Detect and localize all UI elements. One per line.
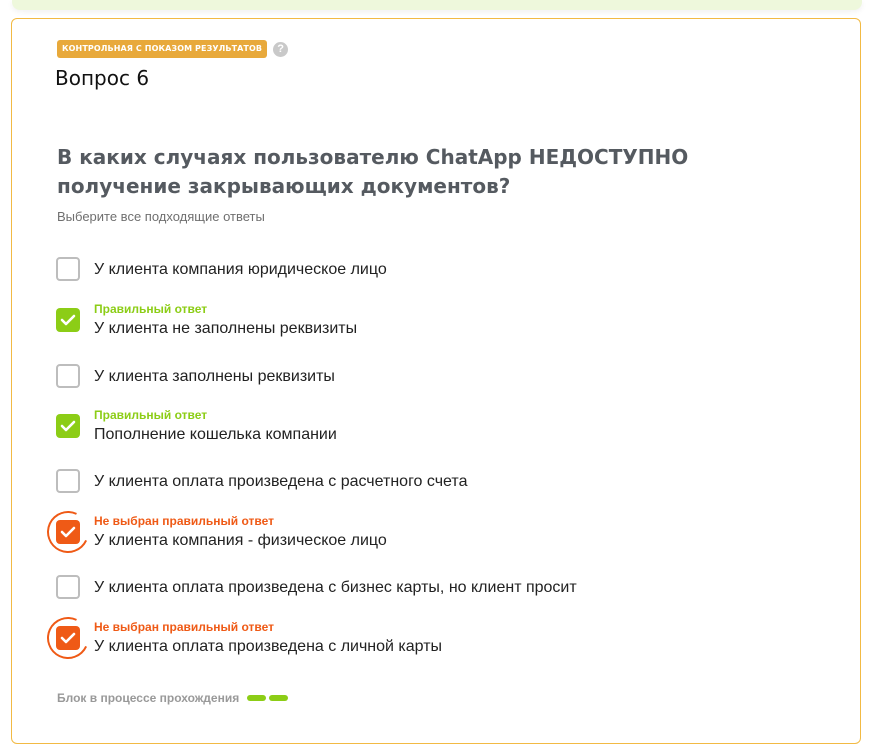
option-text: У клиента оплата произведена с бизнес ка…	[94, 578, 577, 596]
checkbox-checked-correct[interactable]	[56, 308, 80, 332]
answer-option[interactable]: Не выбран правильный ответ У клиента ком…	[41, 505, 387, 559]
checkbox-unchecked[interactable]	[56, 575, 80, 599]
checkbox-missed-correct[interactable]	[41, 611, 95, 665]
option-status: Правильный ответ	[94, 302, 208, 316]
checkbox-unchecked[interactable]	[56, 469, 80, 493]
option-body: Не выбран правильный ответ У клиента опл…	[94, 620, 442, 656]
answer-hint: Выберите все подходящие ответы	[57, 209, 265, 224]
option-body: У клиента заполнены реквизиты	[94, 367, 335, 386]
answer-option[interactable]: У клиента оплата произведена с бизнес ка…	[56, 575, 577, 599]
option-body: Правильный ответ Пополнение кошелька ком…	[94, 408, 337, 444]
option-body: У клиента компания юридическое лицо	[94, 260, 387, 279]
answer-option[interactable]: У клиента компания юридическое лицо	[56, 257, 387, 281]
progress-segment	[247, 695, 267, 701]
checkbox-missed-correct[interactable]	[41, 505, 95, 559]
option-text: У клиента компания - физическое лицо	[94, 532, 387, 549]
question-text: В каких случаях пользователю ChatApp НЕД…	[57, 145, 689, 198]
option-body: У клиента оплата произведена с бизнес ка…	[94, 578, 577, 597]
option-text: У клиента оплата произведена с расчетног…	[94, 472, 468, 490]
question-card: КОНТРОЛЬНАЯ С ПОКАЗОМ РЕЗУЛЬТАТОВ ? Вопр…	[11, 18, 861, 744]
option-body: Не выбран правильный ответ У клиента ком…	[94, 514, 387, 550]
option-text: Пополнение кошелька компании	[94, 426, 337, 443]
answer-option[interactable]: У клиента оплата произведена с расчетног…	[56, 469, 467, 493]
test-type-badge: КОНТРОЛЬНАЯ С ПОКАЗОМ РЕЗУЛЬТАТОВ	[57, 40, 268, 58]
check-icon	[60, 526, 76, 538]
block-progress: Блок в процессе прохождения	[57, 691, 289, 705]
option-text: У клиента компания юридическое лицо	[94, 260, 387, 278]
check-icon	[60, 632, 76, 644]
progress-segment	[269, 695, 289, 701]
check-icon	[60, 420, 76, 432]
answer-option[interactable]: Правильный ответ У клиента не заполнены …	[56, 302, 357, 338]
option-body: У клиента оплата произведена с расчетног…	[94, 472, 467, 491]
option-status: Не выбран правильный ответ	[94, 620, 275, 634]
checkbox-checked-correct[interactable]	[56, 414, 80, 438]
option-status: Правильный ответ	[94, 408, 208, 422]
option-status: Не выбран правильный ответ	[94, 514, 275, 528]
answer-option[interactable]: Не выбран правильный ответ У клиента опл…	[41, 611, 442, 665]
checkbox-unchecked[interactable]	[56, 364, 80, 388]
option-body: Правильный ответ У клиента не заполнены …	[94, 302, 357, 338]
help-icon[interactable]: ?	[273, 41, 289, 57]
tag-row: КОНТРОЛЬНАЯ С ПОКАЗОМ РЕЗУЛЬТАТОВ ?	[57, 40, 289, 58]
check-icon	[60, 314, 76, 326]
option-text: У клиента заполнены реквизиты	[94, 367, 335, 385]
block-status-text: Блок в процессе прохождения	[57, 691, 240, 705]
answer-option[interactable]: У клиента заполнены реквизиты	[56, 364, 335, 388]
option-text: У клиента оплата произведена с личной ка…	[94, 638, 443, 655]
option-text: У клиента не заполнены реквизиты	[94, 320, 358, 337]
checkbox-unchecked[interactable]	[56, 257, 80, 281]
answer-option[interactable]: Правильный ответ Пополнение кошелька ком…	[56, 408, 337, 444]
question-number: Вопрос 6	[55, 66, 150, 90]
top-banner-strip	[12, 0, 862, 10]
